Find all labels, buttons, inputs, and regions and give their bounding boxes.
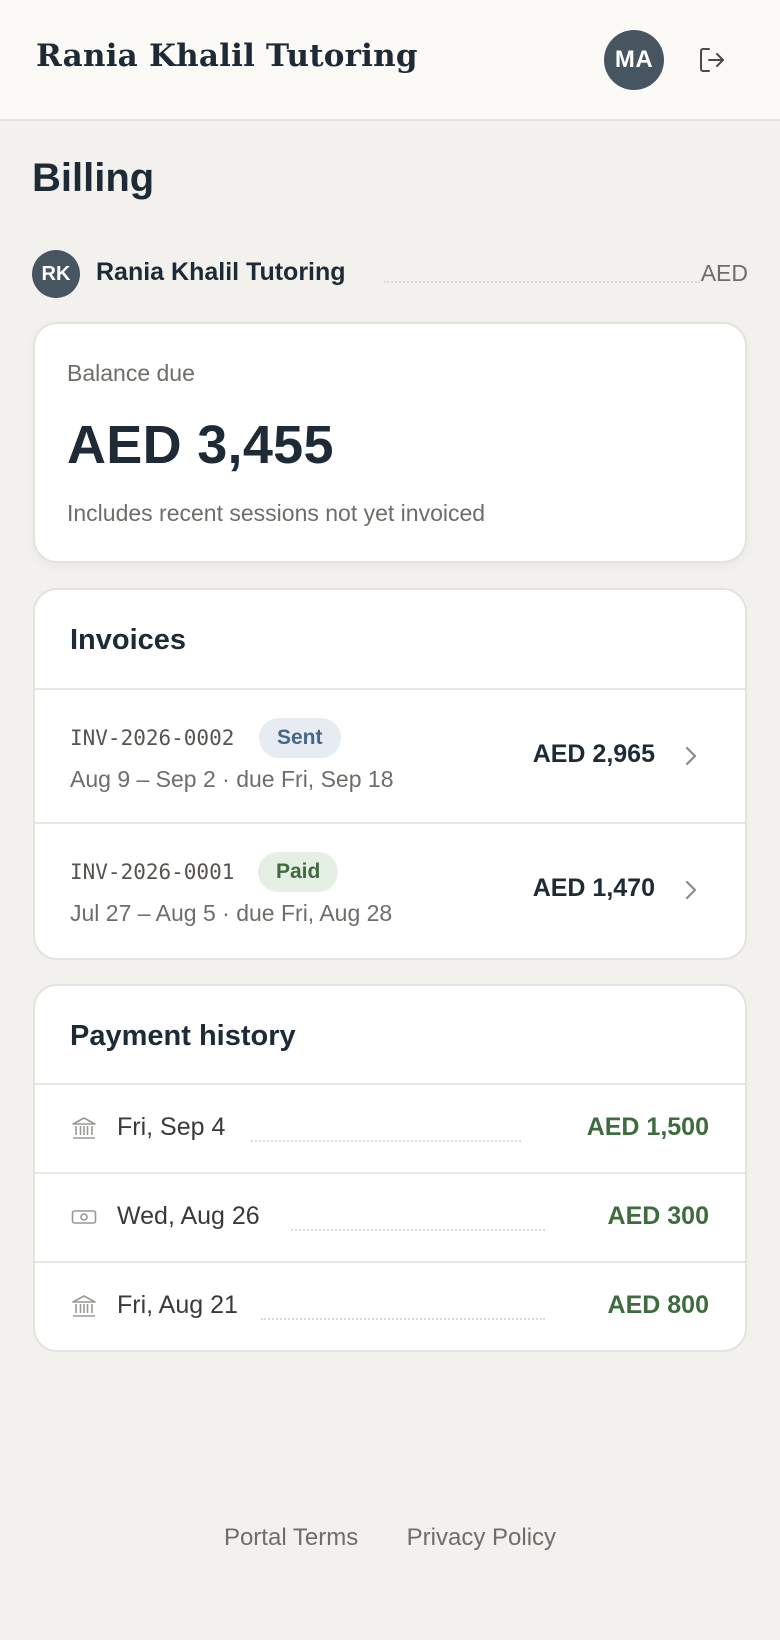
payment-amount: AED 1,500 [586,1113,709,1141]
bank-icon [72,1295,96,1317]
payment-row: Wed, Aug 26 AED 300 [35,1172,745,1261]
footer: Portal Terms Privacy Policy [0,1524,780,1552]
payment-history-card: Payment history Fri, Sep 4 AED 1,500 Wed… [33,984,747,1352]
invoice-row[interactable]: INV-2026-0001 Paid Jul 27 – Aug 5 · due … [35,822,745,956]
invoice-amount: AED 1,470 [532,874,655,902]
payment-amount: AED 300 [607,1202,709,1230]
payment-date: Fri, Aug 21 [117,1291,238,1319]
bank-icon [72,1117,96,1139]
payment-date: Wed, Aug 26 [117,1202,260,1230]
portal-terms-link[interactable]: Portal Terms [224,1524,358,1551]
balance-label: Balance due [67,360,195,386]
invoice-amount: AED 2,965 [532,740,655,768]
account-name: Rania Khalil Tutoring [96,258,346,286]
invoice-row[interactable]: INV-2026-0002 Sent Aug 9 – Sep 2 · due F… [35,688,745,822]
invoice-id: INV-2026-0001 [70,860,235,884]
payment-row: Fri, Sep 4 AED 1,500 [35,1083,745,1172]
page-title: Billing [32,156,155,200]
status-badge: Paid [258,852,339,892]
invoice-dates: Jul 27 – Aug 5 · due Fri, Aug 28 [70,900,393,926]
status-badge: Sent [259,718,341,758]
payments-title: Payment history [70,1020,296,1052]
dotted-leader [291,1229,545,1231]
logout-icon[interactable] [694,42,730,78]
chevron-right-icon [685,880,697,900]
invoice-dates: Aug 9 – Sep 2 · due Fri, Sep 18 [70,766,394,792]
balance-card: Balance due AED 3,455 Includes recent se… [33,322,747,563]
payment-date: Fri, Sep 4 [117,1113,226,1141]
top-bar: Rania Khalil Tutoring MA [0,0,780,121]
account-row: RK Rania Khalil Tutoring AED [32,250,748,298]
dotted-leader [261,1318,545,1320]
cash-icon [71,1210,97,1224]
invoices-title: Invoices [70,624,187,656]
brand-name[interactable]: Rania Khalil Tutoring [36,38,418,74]
chevron-right-icon [685,746,697,766]
balance-amount: AED 3,455 [67,415,334,475]
balance-note: Includes recent sessions not yet invoice… [67,500,486,526]
payment-amount: AED 800 [607,1291,709,1319]
account-avatar: RK [32,250,80,298]
privacy-policy-link[interactable]: Privacy Policy [407,1524,556,1551]
invoices-card: Invoices INV-2026-0002 Sent Aug 9 – Sep … [33,588,747,960]
dotted-leader [384,281,700,283]
dotted-leader [251,1140,521,1142]
user-avatar[interactable]: MA [604,30,664,90]
account-currency: AED [700,260,748,286]
payment-row: Fri, Aug 21 AED 800 [35,1261,745,1350]
invoice-id: INV-2026-0002 [70,726,235,750]
